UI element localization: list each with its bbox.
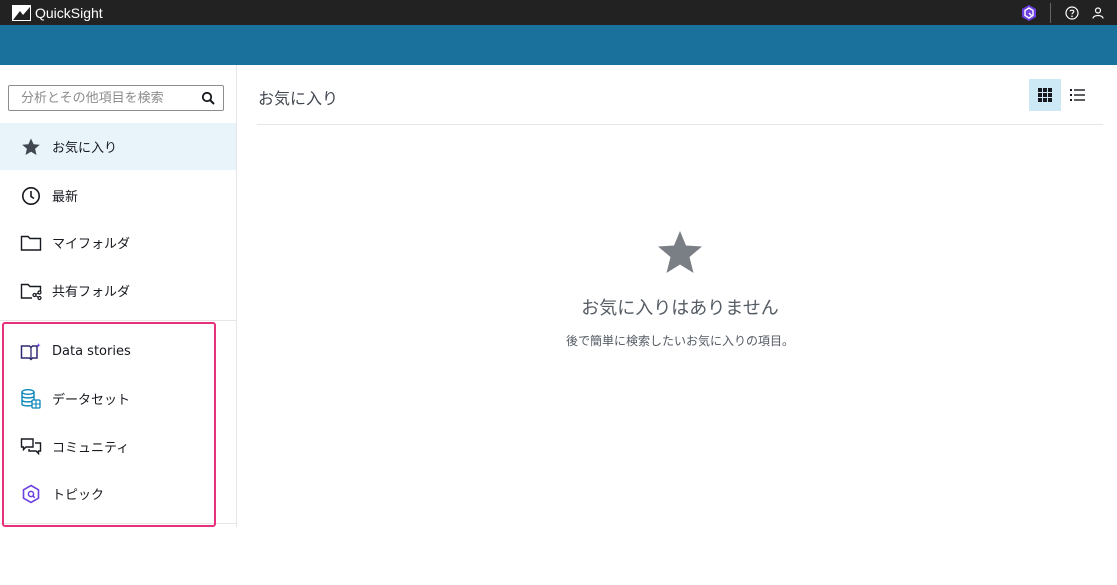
title-divider: [257, 124, 1103, 125]
empty-state-title: お気に入りはありません: [581, 298, 779, 319]
list-icon: [1069, 89, 1085, 101]
sidebar-item-label: 共有フォルダ: [52, 285, 131, 300]
sidebar: お気に入り 最新 マイフォルダ 共有フォルダ Data stories データセ…: [0, 65, 237, 527]
highlight-annotation: [2, 322, 216, 527]
list-view-button[interactable]: [1061, 79, 1093, 111]
top-bar: QuickSight: [0, 0, 1117, 25]
help-icon[interactable]: [1063, 4, 1081, 22]
sidebar-item-label: マイフォルダ: [52, 237, 131, 252]
sidebar-divider: [0, 320, 236, 321]
sidebar-item-my-folders[interactable]: マイフォルダ: [0, 219, 236, 266]
quicksight-logo-icon: [12, 4, 31, 21]
clock-icon: [20, 185, 42, 207]
app-name: QuickSight: [35, 4, 103, 21]
sidebar-item-label: お気に入り: [52, 141, 118, 156]
app-logo[interactable]: QuickSight: [12, 4, 103, 21]
sidebar-item-recent[interactable]: 最新: [0, 172, 236, 219]
main-content: お気に入り お気に入りはありません 後で簡単に検索したいお気に入りの項目。: [237, 65, 1117, 585]
search-input[interactable]: [9, 90, 194, 106]
folder-icon: [20, 232, 42, 254]
sidebar-item-label: 最新: [52, 190, 79, 205]
sidebar-item-favorites[interactable]: お気に入り: [0, 123, 236, 170]
empty-state-subtitle: 後で簡単に検索したいお気に入りの項目。: [565, 334, 794, 348]
view-toggle: [1029, 79, 1093, 111]
shared-folder-icon: [20, 280, 42, 302]
sidebar-item-shared-folders[interactable]: 共有フォルダ: [0, 267, 236, 314]
star-icon: [20, 136, 42, 158]
q-assistant-icon[interactable]: [1020, 4, 1038, 22]
header-band: [0, 25, 1117, 65]
topbar-divider: [1050, 2, 1051, 23]
user-icon[interactable]: [1089, 4, 1107, 22]
page-title: お気に入り: [258, 89, 339, 108]
search-box[interactable]: [8, 85, 224, 111]
search-icon[interactable]: [201, 91, 215, 105]
empty-star-icon: [658, 231, 702, 273]
grid-icon: [1038, 88, 1052, 102]
grid-view-button[interactable]: [1029, 79, 1061, 111]
